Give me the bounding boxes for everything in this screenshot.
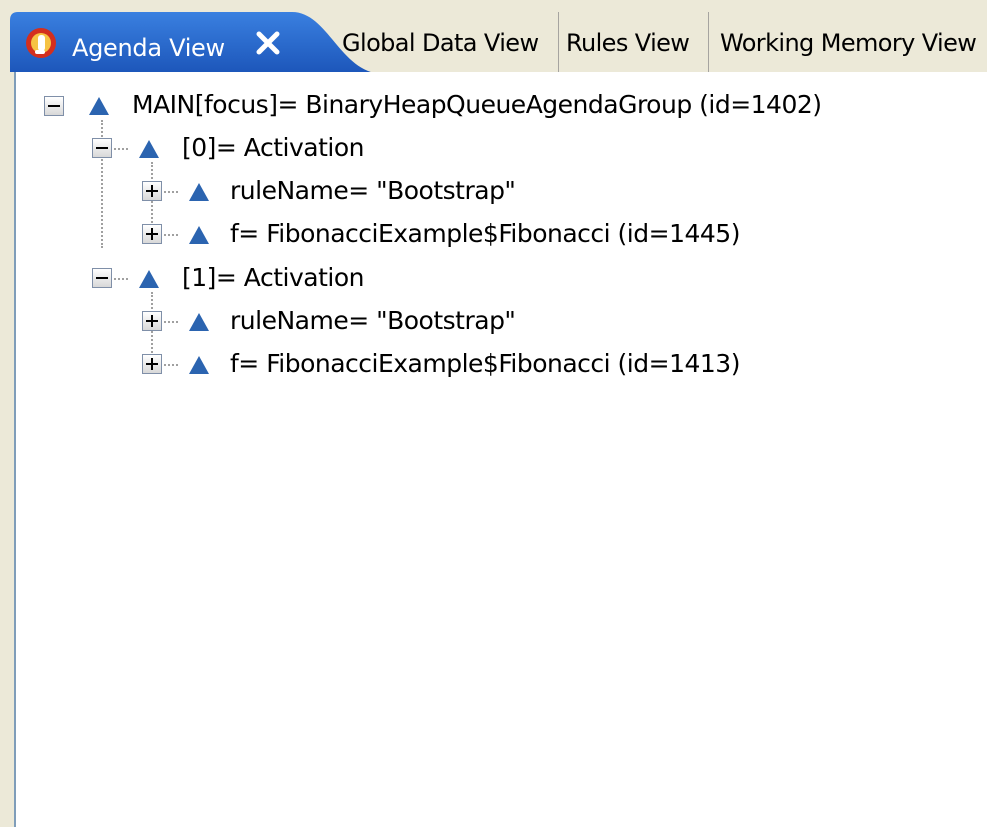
tree-node-field[interactable]: f= FibonacciExample$Fibonacci (id=1413)	[0, 345, 987, 385]
tree-node-label: ruleName= "Bootstrap"	[230, 176, 516, 205]
field-triangle-icon	[189, 183, 209, 201]
tab-rules-view-label: Rules View	[566, 29, 690, 57]
close-icon[interactable]	[254, 29, 282, 57]
collapse-toggle[interactable]	[44, 96, 64, 116]
tree-node-activation[interactable]: [0]= Activation	[0, 129, 987, 169]
tree-node-label: [1]= Activation	[182, 263, 364, 292]
field-triangle-icon	[189, 356, 209, 374]
tree-node-label: MAIN[focus]= BinaryHeapQueueAgendaGroup …	[132, 90, 822, 119]
collapse-toggle[interactable]	[92, 138, 112, 158]
tab-global-data-view-label: Global Data View	[342, 29, 539, 57]
expand-toggle[interactable]	[142, 311, 162, 331]
field-triangle-icon	[189, 313, 209, 331]
tree-node-field[interactable]: ruleName= "Bootstrap"	[0, 302, 987, 342]
tab-separator	[708, 12, 709, 72]
collapse-toggle[interactable]	[92, 268, 112, 288]
tab-agenda-view[interactable]: Agenda View	[10, 12, 382, 76]
tree-node-activation[interactable]: [1]= Activation	[0, 259, 987, 299]
tree-node-label: f= FibonacciExample$Fibonacci (id=1413)	[230, 349, 740, 378]
tab-working-memory-view[interactable]: Working Memory View	[720, 16, 977, 70]
tab-rules-view[interactable]: Rules View	[566, 16, 690, 70]
tree-node-field[interactable]: f= FibonacciExample$Fibonacci (id=1445)	[0, 215, 987, 255]
view-tab-strip: Agenda View Global Data View Rules View …	[0, 0, 987, 76]
tree-node-label: f= FibonacciExample$Fibonacci (id=1445)	[230, 219, 740, 248]
agenda-tree-view: MAIN[focus]= BinaryHeapQueueAgendaGroup …	[0, 72, 987, 827]
tree-node-label: ruleName= "Bootstrap"	[230, 306, 516, 335]
tree-node-field[interactable]: ruleName= "Bootstrap"	[0, 172, 987, 212]
expand-toggle[interactable]	[142, 224, 162, 244]
expand-toggle[interactable]	[142, 181, 162, 201]
tree-node-root[interactable]: MAIN[focus]= BinaryHeapQueueAgendaGroup …	[0, 86, 987, 126]
tree-node-label: [0]= Activation	[182, 133, 364, 162]
tab-separator	[558, 12, 559, 72]
tab-agenda-view-label: Agenda View	[72, 34, 225, 62]
drools-icon	[26, 28, 56, 58]
tab-working-memory-view-label: Working Memory View	[720, 29, 977, 57]
expand-toggle[interactable]	[142, 354, 162, 374]
field-triangle-icon	[139, 140, 159, 158]
field-triangle-icon	[139, 270, 159, 288]
field-triangle-icon	[189, 226, 209, 244]
tab-global-data-view[interactable]: Global Data View	[342, 16, 539, 70]
field-triangle-icon	[89, 97, 109, 115]
